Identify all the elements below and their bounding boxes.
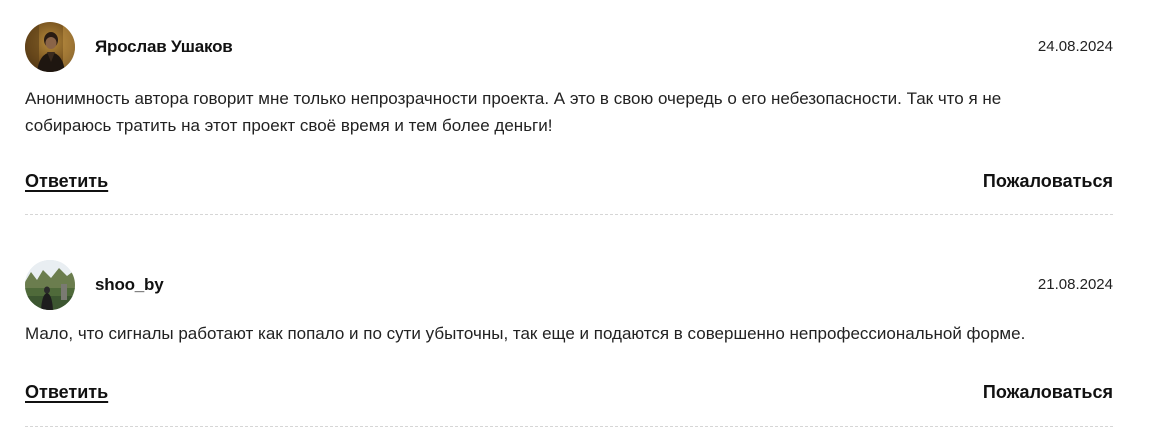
avatar-photo-icon	[25, 260, 75, 310]
reply-link[interactable]: Ответить	[25, 171, 108, 192]
comment-divider	[25, 214, 1113, 215]
comment-divider	[25, 426, 1113, 427]
report-link[interactable]: Пожаловаться	[983, 382, 1113, 403]
comment-text: Анонимность автора говорит мне только не…	[25, 89, 1002, 135]
comment-header: shoo_by 21.08.2024	[25, 260, 1113, 310]
author-name: shoo_by	[95, 275, 164, 294]
comment-actions: Ответить Пожаловаться	[25, 171, 1113, 195]
reply-link[interactable]: Ответить	[25, 382, 108, 403]
comment-header: Ярослав Ушаков 24.08.2024	[25, 22, 1113, 72]
comment-date: 21.08.2024	[1037, 276, 1113, 293]
report-link[interactable]: Пожаловаться	[983, 171, 1113, 192]
comment-actions: Ответить Пожаловаться	[25, 382, 1113, 406]
comment-item: shoo_by 21.08.2024 Мало, что сигналы раб…	[25, 260, 1113, 427]
comment-date: 24.08.2024	[1037, 38, 1113, 55]
avatar-photo-icon	[25, 22, 75, 72]
comments-list: Ярослав Ушаков 24.08.2024 Анонимность ав…	[0, 0, 1150, 430]
author-name: Ярослав Ушаков	[95, 37, 233, 56]
avatar	[25, 260, 75, 310]
comment-item: Ярослав Ушаков 24.08.2024 Анонимность ав…	[25, 22, 1113, 215]
comment-text: Мало, что сигналы работают как попало и …	[25, 324, 1026, 343]
avatar	[25, 22, 75, 72]
